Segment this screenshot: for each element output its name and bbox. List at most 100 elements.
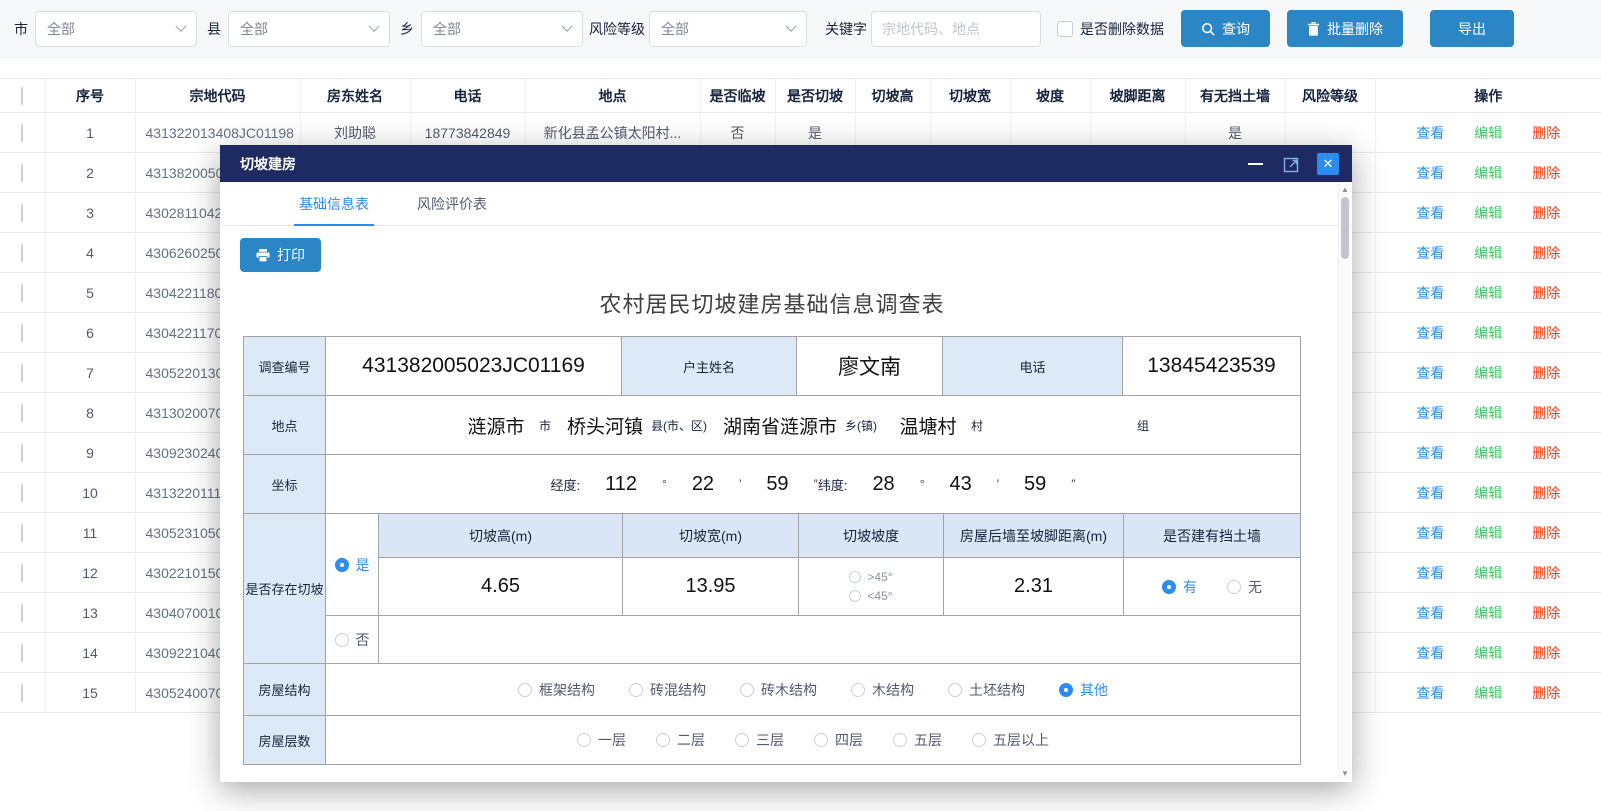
- batch-delete-button[interactable]: 批量删除: [1287, 10, 1403, 47]
- row-checkbox[interactable]: [21, 684, 23, 702]
- minimize-icon[interactable]: [1248, 163, 1263, 165]
- house-structure-option-3[interactable]: 木结构: [851, 680, 914, 700]
- house-floors-option-1[interactable]: 二层: [656, 730, 705, 750]
- delete-link[interactable]: 删除: [1532, 565, 1560, 581]
- view-link[interactable]: 查看: [1416, 125, 1444, 141]
- delete-link[interactable]: 删除: [1532, 165, 1560, 181]
- row-checkbox[interactable]: [21, 364, 23, 382]
- row-checkbox[interactable]: [21, 324, 23, 342]
- scroll-down-icon[interactable]: ▼: [1339, 769, 1351, 778]
- house-floors-option-5[interactable]: 五层以上: [972, 730, 1049, 750]
- view-link[interactable]: 查看: [1416, 245, 1444, 261]
- select-all-checkbox[interactable]: [21, 87, 23, 105]
- edit-link[interactable]: 编辑: [1474, 325, 1502, 341]
- delete-link[interactable]: 删除: [1532, 325, 1560, 341]
- house-floors-option-4[interactable]: 五层: [893, 730, 942, 750]
- close-icon[interactable]: ✕: [1317, 153, 1339, 175]
- township-select[interactable]: 全部: [421, 11, 583, 47]
- show-deleted-checkbox[interactable]: [1057, 21, 1073, 37]
- row-checkbox[interactable]: [21, 524, 23, 542]
- delete-link[interactable]: 删除: [1532, 685, 1560, 701]
- edit-link[interactable]: 编辑: [1474, 205, 1502, 221]
- view-link[interactable]: 查看: [1416, 325, 1444, 341]
- row-checkbox[interactable]: [21, 204, 23, 222]
- delete-link[interactable]: 删除: [1532, 445, 1560, 461]
- view-link[interactable]: 查看: [1416, 565, 1444, 581]
- keyword-input[interactable]: [871, 11, 1041, 47]
- delete-link[interactable]: 删除: [1532, 365, 1560, 381]
- query-button[interactable]: 查询: [1181, 10, 1270, 47]
- row-checkbox[interactable]: [21, 124, 23, 142]
- row-checkbox[interactable]: [21, 484, 23, 502]
- view-link[interactable]: 查看: [1416, 285, 1444, 301]
- edit-link[interactable]: 编辑: [1474, 685, 1502, 701]
- row-checkbox[interactable]: [21, 444, 23, 462]
- view-link[interactable]: 查看: [1416, 405, 1444, 421]
- edit-link[interactable]: 编辑: [1474, 485, 1502, 501]
- view-link[interactable]: 查看: [1416, 445, 1444, 461]
- house-floors-option-2[interactable]: 三层: [735, 730, 784, 750]
- edit-link[interactable]: 编辑: [1474, 445, 1502, 461]
- retaining-wall-option-1[interactable]: 无: [1227, 577, 1262, 597]
- tab-basic-info[interactable]: 基础信息表: [282, 182, 386, 225]
- row-checkbox[interactable]: [21, 284, 23, 302]
- house-structure-option-2[interactable]: 砖木结构: [740, 680, 817, 700]
- edit-link[interactable]: 编辑: [1474, 125, 1502, 141]
- delete-link[interactable]: 删除: [1532, 125, 1560, 141]
- house-floors-option-3[interactable]: 四层: [814, 730, 863, 750]
- tab-risk-evaluation[interactable]: 风险评价表: [400, 182, 504, 225]
- row-checkbox[interactable]: [21, 564, 23, 582]
- view-link[interactable]: 查看: [1416, 165, 1444, 181]
- edit-link[interactable]: 编辑: [1474, 405, 1502, 421]
- slope-yes-radio[interactable]: 是: [335, 555, 370, 575]
- edit-link[interactable]: 编辑: [1474, 565, 1502, 581]
- house-structure-option-5[interactable]: 其他: [1059, 680, 1108, 700]
- edit-link[interactable]: 编辑: [1474, 525, 1502, 541]
- delete-link[interactable]: 删除: [1532, 645, 1560, 661]
- slope-no-radio[interactable]: 否: [335, 630, 370, 650]
- delete-link[interactable]: 删除: [1532, 285, 1560, 301]
- edit-link[interactable]: 编辑: [1474, 165, 1502, 181]
- edit-link[interactable]: 编辑: [1474, 645, 1502, 661]
- delete-link[interactable]: 删除: [1532, 405, 1560, 421]
- edit-link[interactable]: 编辑: [1474, 285, 1502, 301]
- view-link[interactable]: 查看: [1416, 685, 1444, 701]
- scroll-up-icon[interactable]: ▲: [1339, 185, 1351, 194]
- house-structure-option-4[interactable]: 土坯结构: [948, 680, 1025, 700]
- row-checkbox[interactable]: [21, 604, 23, 622]
- row-checkbox[interactable]: [21, 244, 23, 262]
- scrollbar-thumb[interactable]: [1341, 197, 1349, 259]
- delete-link[interactable]: 删除: [1532, 205, 1560, 221]
- view-link[interactable]: 查看: [1416, 205, 1444, 221]
- row-checkbox[interactable]: [21, 644, 23, 662]
- risk-level-select[interactable]: 全部: [649, 11, 807, 47]
- export-button[interactable]: 导出: [1430, 10, 1514, 47]
- modal-scrollbar[interactable]: ▲ ▼: [1338, 184, 1350, 779]
- row-checkbox[interactable]: [21, 404, 23, 422]
- edit-link[interactable]: 编辑: [1474, 245, 1502, 261]
- delete-link[interactable]: 删除: [1532, 485, 1560, 501]
- view-link[interactable]: 查看: [1416, 365, 1444, 381]
- house-floors-option-0[interactable]: 一层: [577, 730, 626, 750]
- row-checkbox[interactable]: [21, 164, 23, 182]
- view-link[interactable]: 查看: [1416, 525, 1444, 541]
- retaining-wall-option-0[interactable]: 有: [1162, 577, 1197, 597]
- house-structure-option-1[interactable]: 砖混结构: [629, 680, 706, 700]
- delete-link[interactable]: 删除: [1532, 605, 1560, 621]
- edit-link[interactable]: 编辑: [1474, 365, 1502, 381]
- edit-link[interactable]: 编辑: [1474, 605, 1502, 621]
- checkbox-cell: [0, 593, 45, 633]
- city-select[interactable]: 全部: [35, 11, 197, 47]
- view-link[interactable]: 查看: [1416, 605, 1444, 621]
- radio-label: 四层: [835, 730, 863, 750]
- county-select[interactable]: 全部: [228, 11, 390, 47]
- house-structure-option-0[interactable]: 框架结构: [518, 680, 595, 700]
- slope-angle-option-1[interactable]: <45°: [849, 589, 892, 603]
- delete-link[interactable]: 删除: [1532, 245, 1560, 261]
- print-button[interactable]: 打印: [240, 238, 321, 272]
- view-link[interactable]: 查看: [1416, 485, 1444, 501]
- slope-angle-option-0[interactable]: >45°: [849, 570, 892, 584]
- view-link[interactable]: 查看: [1416, 645, 1444, 661]
- delete-link[interactable]: 删除: [1532, 525, 1560, 541]
- maximize-icon[interactable]: [1283, 155, 1301, 173]
